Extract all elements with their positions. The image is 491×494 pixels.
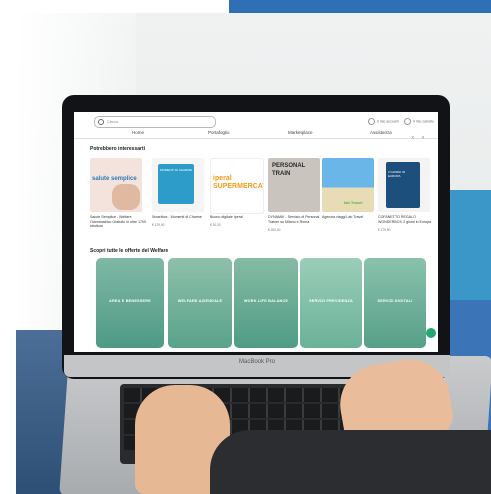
- card-price: € 200,00: [268, 228, 281, 232]
- giftbox-image: [386, 162, 420, 208]
- chat-button[interactable]: [426, 328, 436, 338]
- welfare-tile[interactable]: SERVIZI DIGITALI: [364, 258, 426, 348]
- section-title-suggestions: Potrebbero interessarti: [90, 146, 146, 152]
- card-title: Salute Semplice - Welfare Odontoiatrico …: [90, 215, 146, 229]
- section-title-welfare: Scopri tutte le offerte del Welfare: [90, 248, 169, 254]
- product-card[interactable]: PERSONAL TRAIN: [268, 158, 320, 212]
- card-title: COFANETTO REGALO WONDERBOX 3 giorni in E…: [378, 215, 432, 224]
- chevron-left-icon[interactable]: ‹: [412, 135, 414, 141]
- card-price: € 179,90: [378, 228, 391, 232]
- nav-assistenza[interactable]: Assistenza: [370, 130, 392, 135]
- search-input[interactable]: Cerca: [94, 116, 216, 128]
- card-price: € 129,90: [152, 223, 165, 227]
- product-card[interactable]: MOMENTI DI CHARME: [152, 158, 204, 212]
- user-icon: [368, 118, 375, 125]
- photo: MacBook Pro Cerca Il mio account Il mio …: [0, 0, 491, 494]
- card-title: DYNAMIK - Servizio di Personal Trainer s…: [268, 215, 320, 224]
- product-card[interactable]: lab Travel: [322, 158, 374, 212]
- card-title: Agenzia viaggi Lab Travel: [322, 215, 364, 219]
- child-photo: [112, 184, 140, 210]
- search-placeholder: Cerca: [107, 119, 118, 124]
- product-card[interactable]: salute semplice: [90, 158, 142, 212]
- welfare-tile[interactable]: WELFARE AZIENDALE: [168, 258, 232, 348]
- card-title: Smartbox - Momenti di Charme: [152, 215, 202, 219]
- card-price: € 20,00: [210, 223, 221, 227]
- card-title: Buono digitale Iperal: [210, 215, 243, 219]
- nav-portafoglio[interactable]: Portafoglio: [208, 130, 230, 135]
- blue-top-bar: [229, 0, 491, 13]
- search-icon: [98, 119, 104, 125]
- cart-link[interactable]: Il mio carrello: [404, 118, 434, 125]
- welfare-tile[interactable]: AREA E BENESSERE: [96, 258, 164, 348]
- welfare-tile[interactable]: WORK LIFE BALANCE: [234, 258, 298, 348]
- laptop-screen: Cerca Il mio account Il mio carrello Hom…: [74, 112, 438, 352]
- nav-home[interactable]: Home: [132, 130, 144, 135]
- product-card[interactable]: 3 GIORNI IN EUROPA: [378, 158, 430, 212]
- main-nav: Home Portafoglio Marketplace Assistenza: [74, 128, 438, 139]
- welfare-tile[interactable]: SERVIZI PREVIDENZA: [300, 258, 362, 348]
- product-card[interactable]: iperal SUPERMERCATI: [210, 158, 264, 214]
- cart-icon: [404, 118, 411, 125]
- nav-marketplace[interactable]: Marketplace: [288, 130, 313, 135]
- account-link[interactable]: Il mio account: [368, 118, 399, 125]
- chevron-right-icon[interactable]: ›: [422, 135, 424, 141]
- dark-sleeve: [210, 430, 491, 494]
